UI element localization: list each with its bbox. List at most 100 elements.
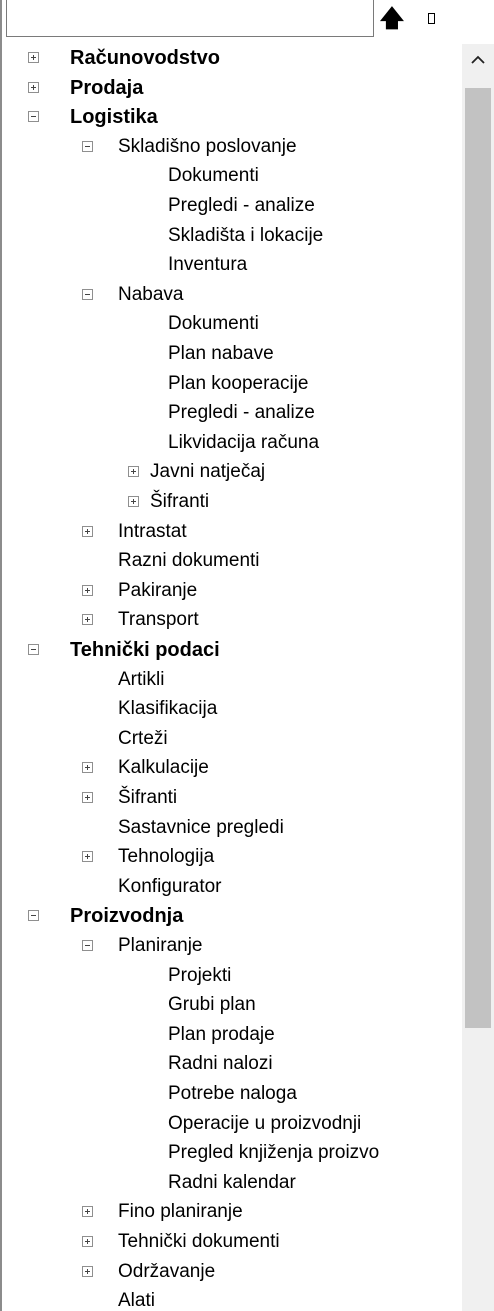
tree-item-label: Dokumenti (168, 165, 259, 186)
expand-icon[interactable] (28, 52, 39, 63)
expand-icon[interactable] (82, 851, 93, 862)
expand-icon[interactable] (82, 1236, 93, 1247)
tree-item-label: Alati (118, 1290, 155, 1311)
tree-item-label: Planiranje (118, 935, 203, 956)
tree-item-proizvodnja[interactable]: Proizvodnja (0, 901, 462, 931)
collapse-icon[interactable] (28, 111, 39, 122)
tree-item-tehnicki-dokumenti[interactable]: Tehnički dokumenti (0, 1227, 462, 1257)
tree-item-label: Radni kalendar (168, 1172, 296, 1193)
expand-icon[interactable] (82, 1206, 93, 1217)
expand-icon[interactable] (82, 792, 93, 803)
tree-item-label: Likvidacija računa (168, 432, 320, 453)
tree-item-label: Plan prodaje (168, 1024, 275, 1045)
tree-item-label: Tehnički podaci (70, 639, 220, 661)
tree-item-javni-natjecaj[interactable]: Javni natječaj (0, 457, 462, 487)
tree-item-planiranje[interactable]: Planiranje (0, 931, 462, 961)
tree-item-pregled-knjizenja-proizvo[interactable]: Pregled knjiženja proizvo (0, 1138, 462, 1168)
tree-item-sifranti[interactable]: Šifranti (0, 783, 462, 813)
tree-item-racunovodstvo[interactable]: Računovodstvo (0, 43, 462, 73)
tree-item-crtezi[interactable]: Crteži (0, 724, 462, 754)
expand-icon[interactable] (82, 1266, 93, 1277)
tree-item-artikli[interactable]: Artikli (0, 665, 462, 695)
tree-item-transport[interactable]: Transport (0, 605, 462, 635)
tree-item-prodaja[interactable]: Prodaja (0, 73, 462, 103)
tree-item-skladisno-poslovanje[interactable]: Skladišno poslovanje (0, 132, 462, 162)
restore-window-icon[interactable] (428, 13, 435, 24)
tree-item-alati[interactable]: Alati (0, 1286, 462, 1311)
tree-item-kalkulacije[interactable]: Kalkulacije (0, 753, 462, 783)
tree-item-pregledi-analize[interactable]: Pregledi - analize (0, 398, 462, 428)
tree-item-projekti[interactable]: Projekti (0, 961, 462, 991)
tree-item-label: Plan nabave (168, 343, 274, 364)
tree-item-label: Šifranti (118, 787, 178, 808)
tree-item-potrebe-naloga[interactable]: Potrebe naloga (0, 1079, 462, 1109)
tree-item-label: Pregledi - analize (168, 402, 315, 423)
tree-item-nabava[interactable]: Nabava (0, 280, 462, 310)
tree-item-dokumenti[interactable]: Dokumenti (0, 309, 462, 339)
tree-item-tehnicki-podaci[interactable]: Tehnički podaci (0, 635, 462, 665)
expand-icon[interactable] (28, 82, 39, 93)
tree-item-pakiranje[interactable]: Pakiranje (0, 576, 462, 606)
tree-item-label: Intrastat (118, 521, 187, 542)
tree-item-likvidacija-racuna[interactable]: Likvidacija računa (0, 428, 462, 458)
tree-item-fino-planiranje[interactable]: Fino planiranje (0, 1197, 462, 1227)
up-arrow-button[interactable]: 🡅 (374, 4, 410, 34)
tree-item-konfigurator[interactable]: Konfigurator (0, 872, 462, 902)
scroll-up-button[interactable] (462, 48, 494, 70)
expand-icon[interactable] (82, 585, 93, 596)
tree-item-dokumenti[interactable]: Dokumenti (0, 161, 462, 191)
tree-item-klasifikacija[interactable]: Klasifikacija (0, 694, 462, 724)
tree-item-intrastat[interactable]: Intrastat (0, 517, 462, 547)
expand-icon[interactable] (82, 762, 93, 773)
expand-icon[interactable] (82, 614, 93, 625)
tree-item-label: Skladišta i lokacije (168, 225, 324, 246)
tree-item-plan-kooperacije[interactable]: Plan kooperacije (0, 369, 462, 399)
tree-item-plan-prodaje[interactable]: Plan prodaje (0, 1020, 462, 1050)
tree-item-label: Fino planiranje (118, 1201, 243, 1222)
tree-item-inventura[interactable]: Inventura (0, 250, 462, 280)
expand-icon[interactable] (128, 466, 139, 477)
collapse-icon[interactable] (82, 141, 93, 152)
collapse-icon[interactable] (82, 940, 93, 951)
expand-icon[interactable] (82, 526, 93, 537)
tree-item-label: Nabava (118, 284, 184, 305)
tree-item-label: Pregledi - analize (168, 195, 315, 216)
tree-item-sifranti[interactable]: Šifranti (0, 487, 462, 517)
collapse-icon[interactable] (28, 910, 39, 921)
tree-item-label: Radni nalozi (168, 1053, 273, 1074)
tree-item-radni-kalendar[interactable]: Radni kalendar (0, 1168, 462, 1198)
tree-item-radni-nalozi[interactable]: Radni nalozi (0, 1049, 462, 1079)
tree-item-sastavnice-pregledi[interactable]: Sastavnice pregledi (0, 813, 462, 843)
tree-item-label: Plan kooperacije (168, 373, 309, 394)
tree-item-label: Crteži (118, 728, 168, 749)
tree-item-pregledi-analize[interactable]: Pregledi - analize (0, 191, 462, 221)
up-arrow-icon: 🡅 (379, 5, 405, 32)
tree-item-label: Transport (118, 609, 199, 630)
tree-item-label: Logistika (70, 106, 158, 128)
tree-item-razni-dokumenti[interactable]: Razni dokumenti (0, 546, 462, 576)
tree-item-label: Pregled knjiženja proizvo (168, 1142, 380, 1163)
scroll-thumb[interactable] (465, 88, 491, 1028)
tree-item-label: Dokumenti (168, 313, 259, 334)
tree-item-tehnologija[interactable]: Tehnologija (0, 842, 462, 872)
tree-item-label: Konfigurator (118, 876, 222, 897)
tree-item-plan-nabave[interactable]: Plan nabave (0, 339, 462, 369)
tree-item-label: Potrebe naloga (168, 1083, 297, 1104)
vertical-scrollbar[interactable] (462, 44, 494, 1311)
tree-item-label: Grubi plan (168, 994, 256, 1015)
tree-item-operacije-u-proizvodnji[interactable]: Operacije u proizvodnji (0, 1109, 462, 1139)
search-input[interactable] (6, 0, 374, 37)
tree-item-grubi-plan[interactable]: Grubi plan (0, 990, 462, 1020)
tree-item-odrzavanje[interactable]: Održavanje (0, 1257, 462, 1287)
tree-item-logistika[interactable]: Logistika (0, 102, 462, 132)
tree-item-skladista-i-lokacije[interactable]: Skladišta i lokacije (0, 221, 462, 251)
tree-item-label: Održavanje (118, 1261, 216, 1282)
tree-item-label: Inventura (168, 254, 248, 275)
tree-item-label: Razni dokumenti (118, 550, 260, 571)
tree-item-label: Računovodstvo (70, 47, 221, 69)
collapse-icon[interactable] (28, 644, 39, 655)
expand-icon[interactable] (128, 496, 139, 507)
navigation-panel: 🡅 Računovodstvo Prodaja Logistika Skladišno… (0, 0, 494, 1311)
tree-item-label: Skladišno poslovanje (118, 136, 297, 157)
collapse-icon[interactable] (82, 289, 93, 300)
